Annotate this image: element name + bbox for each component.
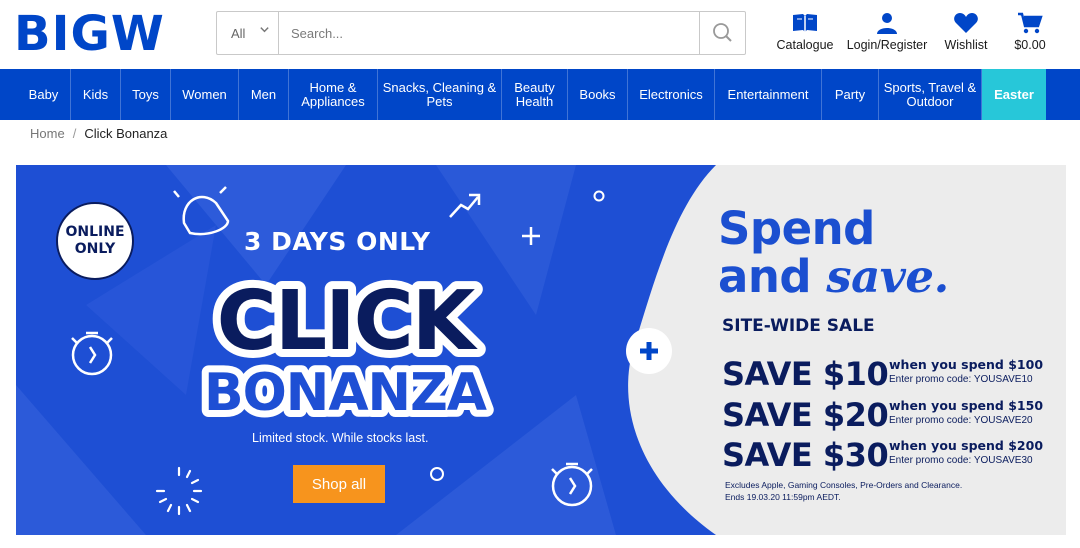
spend-word: Spend [718,202,875,255]
nav-item-home-appliances[interactable]: Home & Appliances [289,69,378,120]
wishlist-link[interactable]: Wishlist [939,12,993,52]
days-only-heading: 3 DAYS ONLY [244,227,431,256]
search-category-select[interactable]: All [217,12,279,54]
nav-item-electronics[interactable]: Electronics [628,69,715,120]
shop-all-button[interactable]: Shop all [293,465,385,503]
search-category-label: All [231,26,246,41]
sitewide-sale-heading: SITE-WIDE SALE [722,316,875,336]
user-icon [877,13,897,34]
breadcrumb: Home / Click Bonanza [30,126,167,141]
nav-item-easter[interactable]: Easter [982,69,1046,120]
bonanza-title-text: BONANZA [204,363,487,423]
catalogue-link[interactable]: Catalogue [772,12,838,52]
offer-promo-code: Enter promo code: YOUSAVE30 [889,455,1033,466]
limited-stock-text: Limited stock. While stocks last. [252,431,429,445]
search-input[interactable] [281,12,701,54]
save-word: save. [826,250,949,303]
offer-amount: SAVE $10 [722,355,889,393]
offer-threshold: when you spend $100 [889,357,1044,372]
offer-promo-code: Enter promo code: YOUSAVE10 [889,374,1033,385]
promo-banner[interactable]: CLICK CLICK BONANZA BONANZA ONLINE ONLY … [16,165,1066,535]
login-register-label: Login/Register [846,38,928,52]
search-bar: All [216,11,746,55]
cart-link[interactable]: $0.00 [1008,12,1052,52]
click-title-text: CLICK [217,274,479,369]
heart-icon [954,13,978,33]
circle-decoration [430,467,444,481]
nav-item-kids[interactable]: Kids [71,69,121,120]
bigw-logo[interactable]: BIGW [14,8,165,60]
and-word: and [718,250,812,303]
catalogue-label: Catalogue [776,38,834,52]
site-header: BIGW All Catalogue Login/Re [0,0,1080,69]
breadcrumb-current: Click Bonanza [84,126,168,141]
breadcrumb-home-link[interactable]: Home [30,126,65,141]
breadcrumb-separator: / [72,126,77,141]
plus-circle [626,328,672,374]
wishlist-label: Wishlist [944,38,988,52]
offer-amount: SAVE $30 [722,436,889,474]
chevron-down-icon [259,24,270,38]
cart-total: $0.00 [1014,38,1046,52]
nav-item-sports-travel-outdoor[interactable]: Sports, Travel & Outdoor [879,69,982,120]
offer-threshold: when you spend $200 [889,438,1044,453]
nav-item-toys[interactable]: Toys [121,69,171,120]
circle-decoration [593,190,605,202]
spend-and-save-heading: Spend and save. [718,205,949,301]
nav-item-men[interactable]: Men [239,69,289,120]
loading-spinner-icon [155,466,203,516]
click-bonanza-wordmark: CLICK CLICK BONANZA BONANZA [197,266,495,430]
nav-item-entertainment[interactable]: Entertainment [715,69,822,120]
online-only-badge: ONLINE ONLY [56,202,134,280]
offer-threshold: when you spend $150 [889,398,1044,413]
nav-item-women[interactable]: Women [171,69,239,120]
nav-item-party[interactable]: Party [822,69,879,120]
search-icon [713,23,732,42]
fine-print-end-date: Ends 19.03.20 11:59pm AEDT. [725,492,841,502]
category-nav: Baby Kids Toys Women Men Home & Applianc… [0,69,1080,120]
search-button[interactable] [699,12,745,54]
fine-print: Excludes Apple, Gaming Consoles, Pre-Ord… [725,479,962,503]
nav-item-books[interactable]: Books [568,69,628,120]
offer-amount: SAVE $20 [722,396,889,434]
nav-item-beauty-health[interactable]: Beauty Health [502,69,568,120]
nav-item-snacks-cleaning-pets[interactable]: Snacks, Cleaning & Pets [378,69,502,120]
fine-print-exclusions: Excludes Apple, Gaming Consoles, Pre-Ord… [725,480,963,490]
and-save-line: and save. [718,253,949,301]
plus-icon [640,342,658,360]
nav-item-baby[interactable]: Baby [17,69,71,120]
login-register-link[interactable]: Login/Register [843,12,931,52]
stopwatch-icon [71,331,113,376]
cart-icon [1018,12,1043,34]
catalogue-book-icon [793,14,817,32]
offer-promo-code: Enter promo code: YOUSAVE20 [889,415,1033,426]
